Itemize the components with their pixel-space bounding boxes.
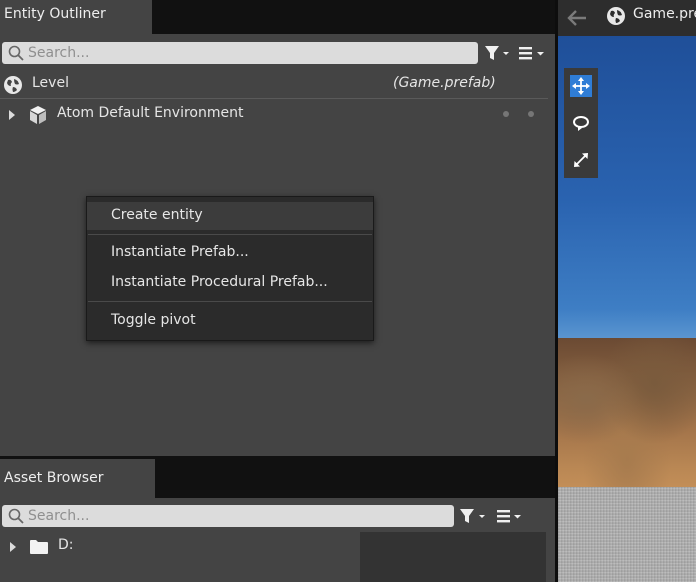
asset-search-input[interactable]	[28, 505, 444, 527]
menu-separator	[88, 301, 372, 302]
menu-separator	[88, 234, 372, 235]
back-arrow-icon[interactable]	[566, 8, 588, 28]
outliner-row-level[interactable]: Level (Game.prefab)	[0, 71, 548, 99]
entity-label: Atom Default Environment	[57, 105, 244, 121]
viewport-transform-toolbar	[564, 68, 598, 178]
viewport-ground-plane	[558, 487, 696, 582]
outliner-display-options-button[interactable]	[517, 42, 545, 64]
menu-item-toggle-pivot[interactable]: Toggle pivot	[87, 307, 373, 335]
asset-tree-item-d[interactable]: D:	[0, 533, 350, 561]
viewport-terrain	[558, 338, 696, 490]
caret-right-icon[interactable]	[8, 109, 16, 121]
menu-item-instantiate-prefab[interactable]: Instantiate Prefab...	[87, 239, 373, 267]
globe-icon	[607, 7, 625, 25]
outliner-search-input[interactable]	[28, 42, 468, 64]
move-tool-button[interactable]	[570, 75, 592, 97]
lock-toggle[interactable]	[528, 111, 534, 117]
asset-tree-label: D:	[58, 537, 74, 553]
viewport-title: Game.prefab	[633, 6, 696, 22]
filter-icon	[485, 46, 509, 60]
asset-filter-button[interactable]	[458, 505, 486, 527]
menu-icon	[497, 510, 521, 523]
menu-item-instantiate-procedural-prefab[interactable]: Instantiate Procedural Prefab...	[87, 269, 373, 297]
asset-browser-tab-bar: Asset Browser	[0, 456, 555, 498]
menu-icon	[519, 47, 544, 60]
folder-icon	[30, 540, 48, 554]
move-icon	[572, 77, 590, 95]
tab-asset-browser[interactable]: Asset Browser	[0, 459, 155, 498]
asset-preview-pane	[360, 532, 546, 582]
caret-right-icon[interactable]	[9, 541, 17, 553]
filter-icon	[460, 509, 485, 523]
outliner-row-atom-default-environment[interactable]: Atom Default Environment	[0, 101, 548, 129]
viewport-panel[interactable]: Game.prefab	[558, 0, 696, 582]
outliner-tab-bar: Entity Outliner	[0, 0, 555, 34]
menu-item-create-entity[interactable]: Create entity	[87, 202, 373, 230]
level-prefab-label: (Game.prefab)	[393, 75, 496, 91]
scale-icon	[574, 153, 588, 167]
outliner-search-box[interactable]	[2, 42, 478, 64]
visibility-toggle[interactable]	[503, 111, 509, 117]
tab-entity-outliner[interactable]: Entity Outliner	[0, 0, 152, 34]
outliner-context-menu: Create entity Instantiate Prefab... Inst…	[86, 196, 374, 341]
asset-display-options-button[interactable]	[495, 505, 523, 527]
asset-search-box[interactable]	[2, 505, 454, 527]
scale-tool-button[interactable]	[570, 149, 592, 171]
level-label: Level	[32, 75, 69, 91]
globe-icon	[4, 76, 22, 94]
cube-icon	[30, 106, 46, 124]
search-icon	[8, 45, 24, 61]
outliner-filter-button[interactable]	[483, 42, 511, 64]
search-icon	[8, 508, 24, 524]
rotate-icon	[573, 116, 589, 131]
viewport-header: Game.prefab	[558, 0, 696, 36]
rotate-tool-button[interactable]	[570, 112, 592, 134]
asset-browser-panel: Asset Browser D:	[0, 456, 555, 582]
